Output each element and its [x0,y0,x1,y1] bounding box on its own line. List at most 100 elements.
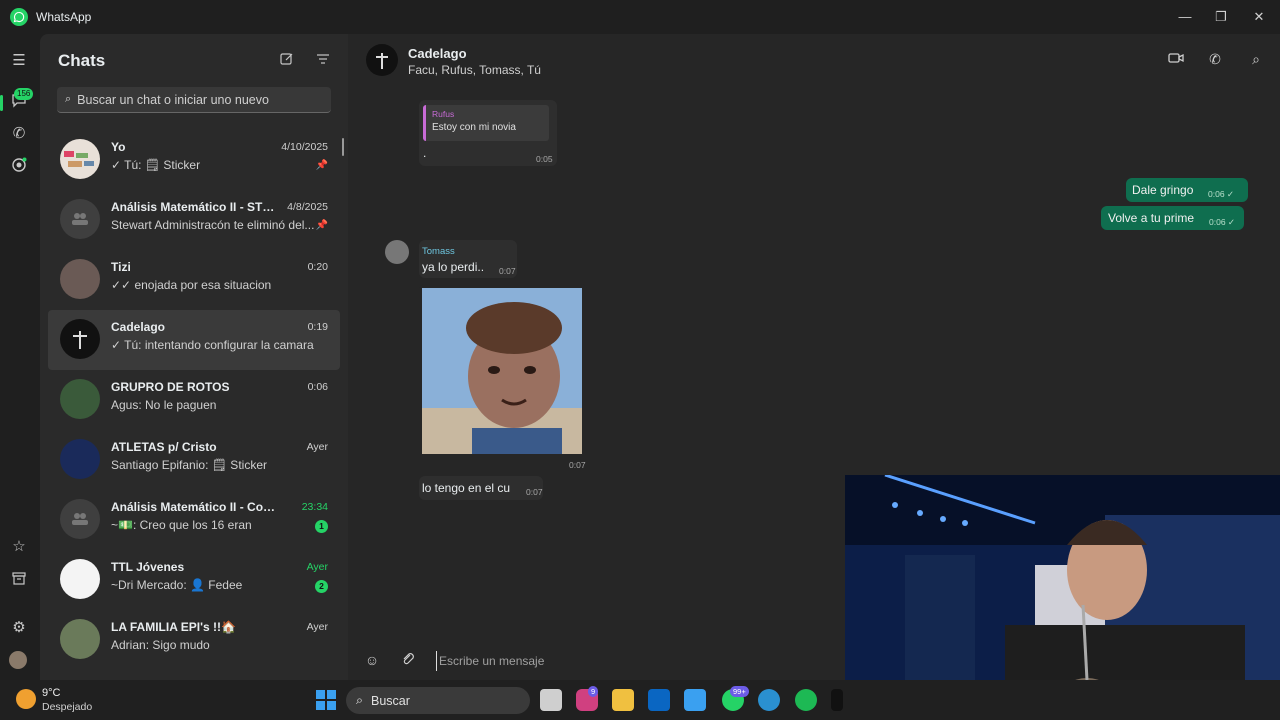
new-chat-icon[interactable] [277,52,297,72]
conversation-header[interactable]: Cadelago Facu, Rufus, Tomass, Tú ✆ ⌕ [348,34,1280,88]
message-time: 0:07 [499,266,516,276]
emoji-icon[interactable]: ☺ [363,652,381,670]
message-text: . [423,146,427,160]
chat-preview: ~Dri Mercado: 👤 Fedee [111,578,243,592]
message-bubble-incoming[interactable]: lo tengo en el cu 0:07 [419,476,543,500]
pin-icon: 📌 [315,220,328,231]
image-message[interactable]: 0:07 [419,284,587,472]
title-bar: WhatsApp — ❐ ✕ [0,0,1280,34]
message-bubble-incoming[interactable]: Tomass ya lo perdi.. 0:07 [419,240,517,278]
chat-name: TTL Jóvenes [111,560,185,574]
spotify-icon[interactable] [795,689,817,711]
message-photo[interactable] [422,288,582,454]
weather-description[interactable]: Despejado [42,701,92,713]
avatar [60,619,100,659]
weather-temperature[interactable]: 9°C [42,687,60,699]
quoted-author: Rufus [432,109,455,119]
chat-item-grupro-de-rotos[interactable]: GRUPRO DE ROTOS 0:06 Agus: No le paguen [48,370,340,430]
message-time: 0:06 ✓ [1209,217,1236,227]
maximize-button[interactable]: ❐ [1206,6,1236,28]
message-bubble-incoming[interactable]: Rufus Estoy con mi novia . 0:05 [419,100,557,166]
message-input[interactable]: Escribe un mensaje [436,651,816,671]
sidebar-scrollbar[interactable] [342,138,344,156]
menu-icon[interactable]: ☰ [9,51,29,71]
quoted-message[interactable]: Rufus Estoy con mi novia [423,105,549,141]
message-time: 0:07 [526,487,543,497]
profile-avatar[interactable] [9,651,27,669]
chat-preview: ~💵: Creo que los 16 eran [111,518,252,532]
quoted-text: Estoy con mi novia [432,122,516,133]
chat-time: 4/10/2025 [281,141,328,153]
start-icon[interactable] [315,689,337,711]
chat-item-la-familia-epis[interactable]: LA FAMILIA EPI's !!🏠 Ayer Adrian: Sigo m… [48,610,340,670]
message-text: Volve a tu prime [1108,211,1195,225]
chat-time: 4/8/2025 [287,201,328,213]
chat-item-ttl-jovenes[interactable]: TTL Jóvenes Ayer ~Dri Mercado: 👤 Fedee 2 [48,550,340,610]
settings-icon[interactable]: ⚙ [9,618,29,638]
search-icon: ⌕ [65,93,72,105]
archived-icon[interactable] [9,571,29,591]
store-icon[interactable] [684,689,706,711]
chat-item-analisis-comision[interactable]: Análisis Matemático II - Comisi... 23:34… [48,490,340,550]
chat-preview: Santiago Epifanio: 🗒 Sticker [111,458,267,472]
chat-preview: Stewart Administracón te eliminó del... [111,218,315,232]
chat-name: Análisis Matemático II - Comisi... [111,500,276,514]
minimize-button[interactable]: — [1170,6,1200,28]
edge-icon[interactable] [758,689,780,711]
calls-icon[interactable]: ✆ [9,124,29,144]
attach-icon[interactable] [399,652,417,670]
chat-item-yo[interactable]: Yo 4/10/2025 ✓ Tú: 🗒 Sticker 📌 [48,130,340,190]
chat-item-atletas[interactable]: ATLETAS p/ Cristo Ayer Santiago Epifanio… [48,430,340,490]
taskbar: 9°C Despejado ⌕ Buscar 9 99+ [0,680,1280,720]
conversation-name: Cadelago [408,46,467,61]
chat-time: Ayer [306,441,328,453]
chat-item-cadelago[interactable]: Cadelago 0:19 ✓ Tú: intentando configura… [48,310,340,370]
group-avatar [60,199,100,239]
chat-name: Yo [111,140,126,154]
group-avatar[interactable] [366,44,398,76]
unread-badge: 2 [315,580,328,593]
status-icon[interactable] [9,157,29,177]
sidebar-title: Chats [58,51,106,70]
app-title: WhatsApp [36,10,92,24]
search-icon: ⌕ [356,693,364,707]
voice-call-icon[interactable]: ✆ [1205,51,1225,71]
search-messages-icon[interactable]: ⌕ [1246,51,1266,71]
group-avatar [60,499,100,539]
chat-name: Cadelago [111,320,166,334]
chat-preview: Adrian: Sigo mudo [111,638,210,652]
chat-preview: ✓ Tú: 🗒 Sticker [111,158,201,172]
message-bubble-outgoing[interactable]: Dale gringo 0:06 ✓ [1126,178,1248,202]
chat-time: 0:20 [307,261,328,273]
filter-icon[interactable] [313,52,333,72]
instagram-badge: 9 [588,686,599,697]
close-button[interactable]: ✕ [1244,6,1274,28]
chat-time: 23:34 [301,501,328,513]
message-text: lo tengo en el cu [422,481,511,495]
chat-name: ATLETAS p/ Cristo [111,440,217,454]
active-indicator [0,95,3,111]
message-composer: ☺ Escribe un mensaje [348,640,848,680]
file-explorer-icon[interactable] [612,689,634,711]
tiktok-icon[interactable] [831,689,843,711]
chat-time: Ayer [306,621,328,633]
taskbar-search[interactable]: ⌕ Buscar [346,687,530,714]
chat-search-input[interactable]: ⌕ Buscar un chat o iniciar uno nuevo [57,87,331,113]
chat-name: LA FAMILIA EPI's !!🏠 [111,620,236,634]
chat-preview: ✓ Tú: intentando configurar la camara [111,338,314,352]
chat-item-analisis-ste[interactable]: Análisis Matemático II - STE... 4/8/2025… [48,190,340,250]
avatar [60,139,100,179]
task-view-icon[interactable] [540,689,562,711]
sender-avatar[interactable] [385,240,409,264]
chat-time: Ayer [306,561,328,573]
weather-icon[interactable] [16,689,36,709]
message-time: 0:06 ✓ [1208,189,1235,199]
avatar [60,319,100,359]
starred-icon[interactable]: ☆ [9,537,29,557]
message-text: ya lo perdi.. [422,260,485,274]
search-placeholder: Buscar un chat o iniciar uno nuevo [77,92,269,107]
video-call-icon[interactable] [1166,51,1186,71]
linkedin-icon[interactable] [648,689,670,711]
chat-item-tizi[interactable]: Tizi 0:20 ✓✓ enojada por esa situacion [48,250,340,310]
message-bubble-outgoing[interactable]: Volve a tu prime 0:06 ✓ [1101,206,1244,230]
